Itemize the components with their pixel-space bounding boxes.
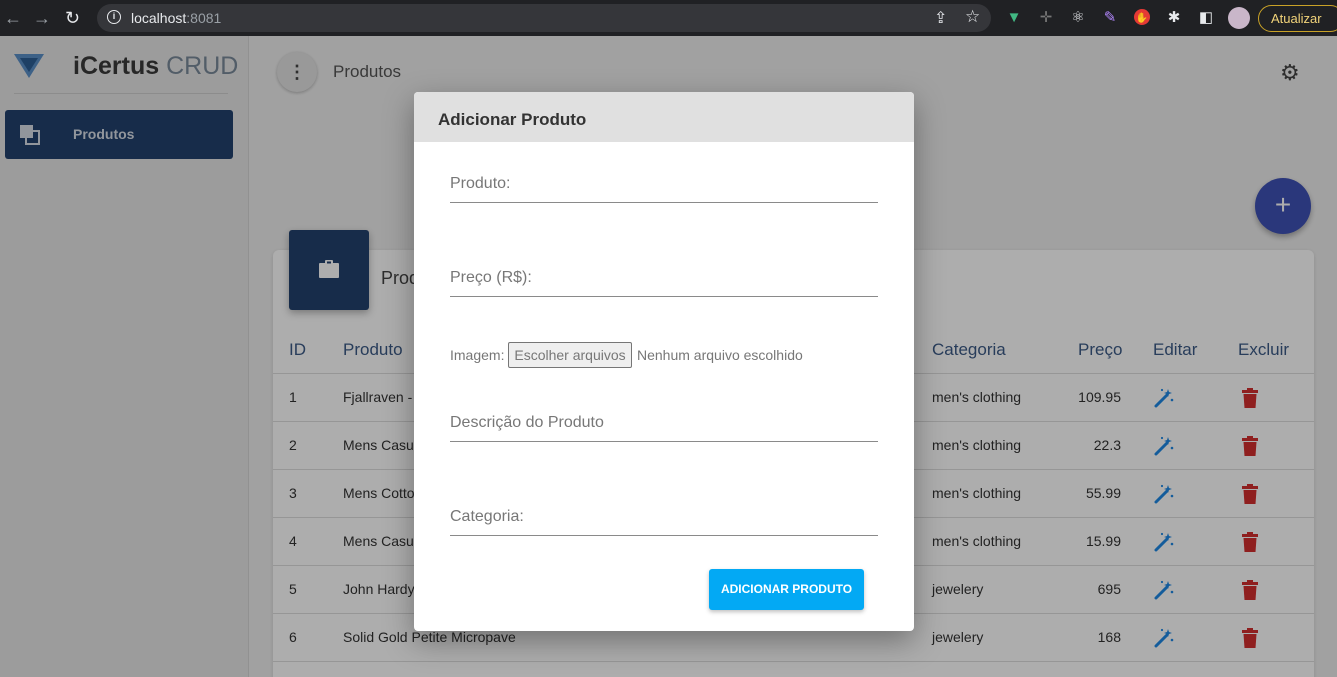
preco-field[interactable]	[450, 257, 878, 297]
categoria-input[interactable]	[450, 505, 878, 529]
update-button[interactable]: Atualizar	[1258, 5, 1337, 32]
dialog-header: Adicionar Produto	[414, 92, 914, 142]
add-product-dialog: Adicionar Produto Imagem: Escolher arqui…	[414, 92, 914, 631]
vue-devtools-icon[interactable]: ▼	[1004, 8, 1024, 28]
svg-text:✋: ✋	[1136, 11, 1148, 24]
crosshair-icon[interactable]: ✛	[1036, 8, 1056, 28]
pen-extension-icon[interactable]: ✎	[1100, 8, 1120, 28]
reload-icon[interactable]: ↻	[65, 7, 80, 29]
descricao-input[interactable]	[450, 411, 878, 435]
red-shield-extension-icon[interactable]: ✋	[1132, 8, 1152, 28]
categoria-field[interactable]	[450, 496, 878, 536]
profile-avatar[interactable]	[1228, 7, 1250, 29]
dialog-title: Adicionar Produto	[438, 110, 587, 129]
site-info-icon[interactable]: i	[107, 10, 121, 24]
side-panel-icon[interactable]: ◧	[1196, 8, 1216, 28]
extensions-puzzle-icon[interactable]: ✱	[1164, 8, 1184, 28]
browser-toolbar: ← → ↻ i localhost:8081 ⇪ ☆ ▼ ✛ ⚛ ✎ ✋ ✱ ◧…	[0, 0, 1337, 36]
imagem-label: Imagem:	[450, 347, 505, 363]
descricao-field[interactable]	[450, 402, 878, 442]
preco-input[interactable]	[450, 266, 878, 290]
bookmark-star-icon[interactable]: ☆	[965, 7, 980, 27]
react-devtools-icon[interactable]: ⚛	[1068, 8, 1088, 28]
no-file-text: Nenhum arquivo escolhido	[637, 347, 803, 363]
produto-input[interactable]	[450, 172, 878, 196]
choose-files-button[interactable]: Escolher arquivos	[508, 342, 632, 368]
back-arrow-icon[interactable]: ←	[4, 7, 22, 29]
produto-field[interactable]	[450, 163, 878, 203]
url-port: :8081	[186, 10, 222, 26]
adicionar-produto-button[interactable]: ADICIONAR PRODUTO	[709, 569, 864, 610]
forward-arrow-icon[interactable]: →	[33, 7, 51, 29]
address-bar[interactable]: i localhost:8081 ⇪ ☆	[97, 4, 991, 32]
url-host: localhost	[131, 10, 187, 26]
share-icon[interactable]: ⇪	[934, 8, 947, 28]
address-url: localhost:8081	[131, 10, 221, 26]
